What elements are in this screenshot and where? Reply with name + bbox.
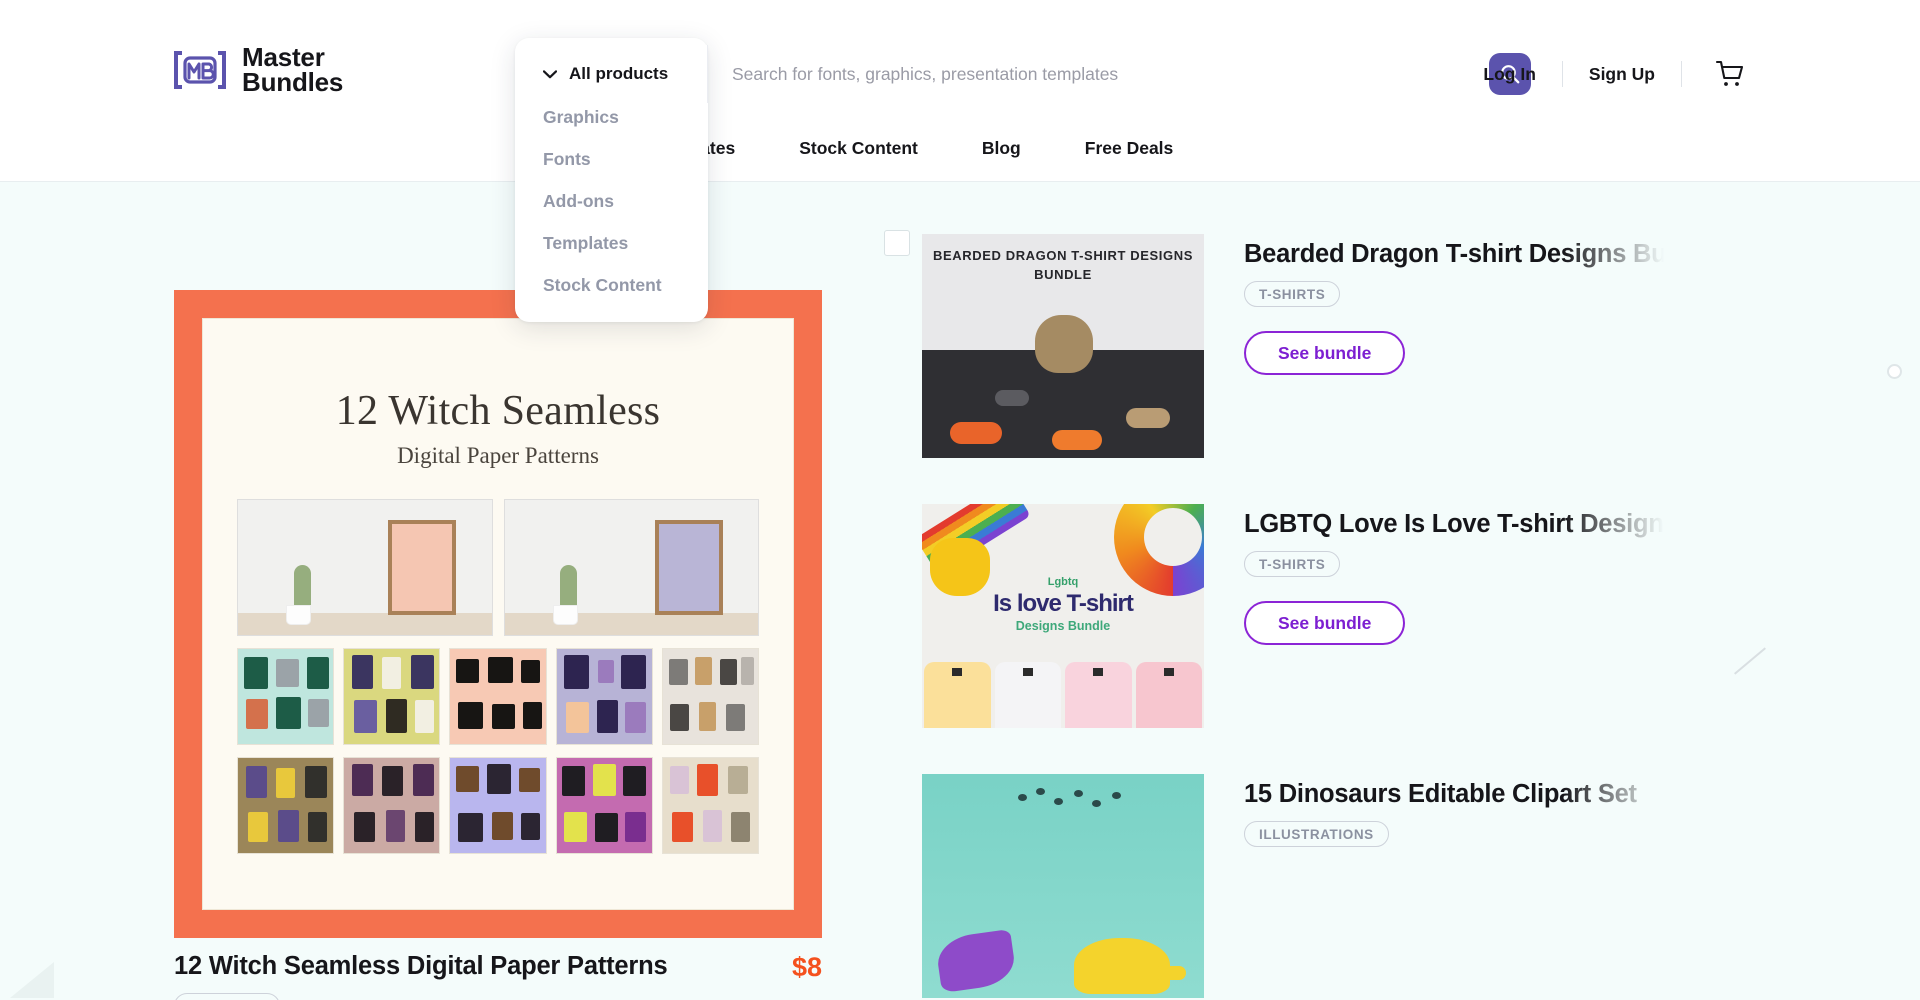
thumbnail-caption-sub: Designs Bundle bbox=[922, 619, 1204, 633]
category-select[interactable]: All products bbox=[515, 45, 708, 103]
login-link[interactable]: Log In bbox=[1457, 64, 1561, 85]
product-thumbnail[interactable] bbox=[922, 774, 1204, 998]
search-field bbox=[708, 45, 1555, 103]
logo-line-2: Bundles bbox=[242, 70, 343, 95]
pattern-tile bbox=[556, 648, 653, 745]
product-list-item[interactable]: 15 Dinosaurs Editable Clipart Set ILLUST… bbox=[922, 774, 1482, 998]
site-logo[interactable]: Master Bundles bbox=[170, 45, 343, 95]
product-thumbnail[interactable]: BEARDED DRAGON T-SHIRT DESIGNS BUNDLE bbox=[922, 234, 1204, 458]
product-list: BEARDED DRAGON T-SHIRT DESIGNS BUNDLE Be… bbox=[922, 234, 1482, 1000]
site-header: Master Bundles All products bbox=[0, 0, 1920, 182]
decorative-square bbox=[884, 230, 910, 256]
dropdown-item-stock-content[interactable]: Stock Content bbox=[515, 264, 708, 306]
thumbnail-caption: BEARDED DRAGON T-SHIRT DESIGNS BUNDLE bbox=[922, 246, 1204, 284]
dropdown-item-add-ons[interactable]: Add-ons bbox=[515, 180, 708, 222]
featured-cover-subtitle: Digital Paper Patterns bbox=[397, 443, 599, 469]
decorative-slash bbox=[1734, 647, 1766, 674]
featured-product-image: 12 Witch Seamless Digital Paper Patterns bbox=[174, 290, 822, 938]
logo-wordmark: Master Bundles bbox=[242, 45, 343, 95]
pattern-tile bbox=[662, 648, 759, 745]
featured-product-meta: 12 Witch Seamless Digital Paper Patterns… bbox=[174, 952, 822, 1000]
pattern-tile bbox=[449, 648, 546, 745]
pattern-tile bbox=[237, 648, 334, 745]
pattern-tile bbox=[556, 757, 653, 854]
masterbundles-logo-icon bbox=[170, 47, 230, 93]
pattern-row-1 bbox=[237, 648, 759, 745]
search-bar: All products bbox=[515, 45, 1555, 103]
signup-link[interactable]: Sign Up bbox=[1563, 64, 1681, 85]
see-bundle-button[interactable]: See bundle bbox=[1244, 331, 1405, 375]
category-select-label: All products bbox=[569, 64, 668, 84]
featured-product-tag[interactable]: PATTERNS bbox=[174, 993, 280, 1000]
featured-mockup-row bbox=[237, 499, 759, 636]
mockup-frame-a bbox=[237, 499, 493, 636]
nav-item-blog[interactable]: Blog bbox=[950, 138, 1053, 159]
shopping-cart-icon bbox=[1712, 59, 1744, 89]
featured-product-card[interactable]: 12 Witch Seamless Digital Paper Patterns bbox=[174, 290, 822, 1000]
decorative-circle bbox=[1887, 364, 1902, 379]
pattern-tile bbox=[662, 757, 759, 854]
pattern-tile bbox=[343, 757, 440, 854]
product-thumbnail[interactable]: Lgbtq Is love T-shirt Designs Bundle bbox=[922, 504, 1204, 728]
dropdown-item-templates[interactable]: Templates bbox=[515, 222, 708, 264]
product-list-item[interactable]: Lgbtq Is love T-shirt Designs Bundle LGB… bbox=[922, 504, 1482, 728]
decorative-triangle bbox=[10, 962, 54, 998]
featured-cover-title: 12 Witch Seamless bbox=[336, 387, 661, 435]
account-actions: Log In Sign Up bbox=[1457, 45, 1750, 103]
thumbnail-caption: Is love T-shirt bbox=[922, 590, 1204, 618]
product-list-item[interactable]: BEARDED DRAGON T-SHIRT DESIGNS BUNDLE Be… bbox=[922, 234, 1482, 458]
pattern-tile bbox=[449, 757, 546, 854]
product-title[interactable]: LGBTQ Love Is Love T-shirt Designs Bundl… bbox=[1244, 510, 1664, 539]
product-tag[interactable]: ILLUSTRATIONS bbox=[1244, 821, 1389, 847]
chevron-down-icon bbox=[543, 70, 557, 79]
mockup-frame-b bbox=[504, 499, 760, 636]
cart-button[interactable] bbox=[1682, 59, 1750, 89]
nav-item-stock-content[interactable]: Stock Content bbox=[767, 138, 950, 159]
featured-product-price: $8 bbox=[792, 952, 822, 983]
thumbnail-caption-small: Lgbtq bbox=[922, 576, 1204, 588]
search-input[interactable] bbox=[732, 64, 1489, 85]
see-bundle-button[interactable]: See bundle bbox=[1244, 601, 1405, 645]
featured-product-title[interactable]: 12 Witch Seamless Digital Paper Patterns bbox=[174, 952, 667, 981]
main-content: 12 Witch Seamless Digital Paper Patterns bbox=[0, 182, 1920, 1000]
pattern-tile bbox=[237, 757, 334, 854]
nav-item-free-deals[interactable]: Free Deals bbox=[1053, 138, 1206, 159]
product-tag[interactable]: T-SHIRTS bbox=[1244, 281, 1340, 307]
pattern-row-2 bbox=[237, 757, 759, 854]
product-title[interactable]: 15 Dinosaurs Editable Clipart Set bbox=[1244, 780, 1664, 809]
pattern-tile bbox=[343, 648, 440, 745]
product-title[interactable]: Bearded Dragon T-shirt Designs Bundle bbox=[1244, 240, 1664, 269]
dropdown-item-fonts[interactable]: Fonts bbox=[515, 138, 708, 180]
product-tag[interactable]: T-SHIRTS bbox=[1244, 551, 1340, 577]
